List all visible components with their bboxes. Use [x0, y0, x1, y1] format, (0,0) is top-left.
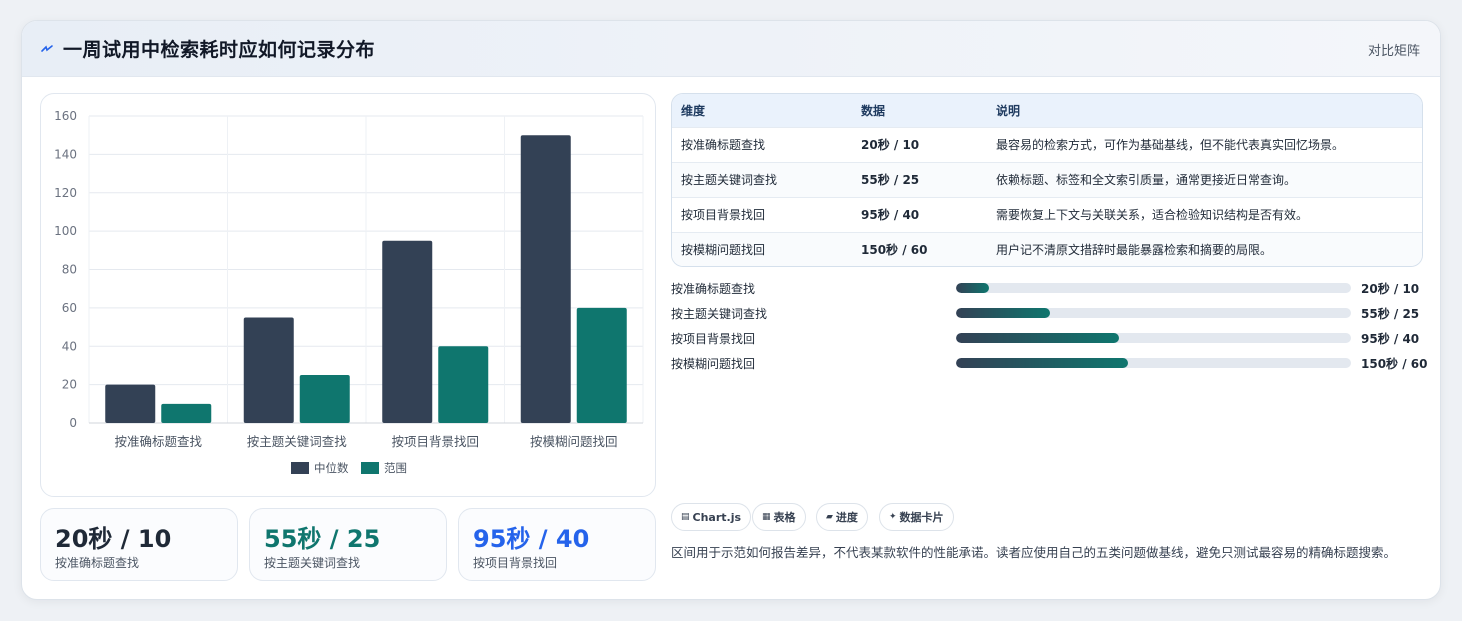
y-tick-label: 0 [69, 416, 77, 430]
y-tick-label: 140 [54, 147, 77, 161]
table-cell: 按准确标题查找 [681, 138, 766, 152]
matrix-card: 一周试用中检索耗时应如何记录分布 对比矩阵 0 20 40 60 80 100 120 140… [21, 20, 1441, 600]
bar-median [105, 384, 156, 423]
y-tick-label: 60 [62, 301, 77, 315]
x-tick-label: 按主题关键词查找 [247, 434, 348, 449]
progress-label: 按主题关键词查找 [671, 307, 768, 321]
chip-data-card[interactable]: ✦ 数据卡片 [879, 503, 954, 531]
page-title: 一周试用中检索耗时应如何记录分布 [63, 39, 376, 61]
stat-label: 按准确标题查找 [55, 556, 140, 570]
table-cell: 20秒 / 10 [861, 138, 920, 152]
x-tick-label: 按准确标题查找 [114, 434, 202, 449]
table-cell: 55秒 / 25 [861, 173, 920, 187]
chip-chartjs[interactable]: ▤ Chart.js [671, 503, 752, 531]
bar-range [299, 375, 350, 423]
table-row: 按准确标题查找 20秒 / 10 最容易的检索方式，可作为基础基线，但不能代表真… [672, 127, 1422, 162]
table-header-row: 维度 数据 说明 [672, 94, 1422, 127]
table-cell: 需要恢复上下文与关联关系，适合检验知识结构是否有效。 [996, 208, 1309, 222]
bar-range [576, 307, 627, 423]
progress-fill [956, 358, 1128, 368]
stat-label: 按主题关键词查找 [264, 556, 361, 570]
progress-label: 按准确标题查找 [671, 282, 756, 296]
table-row: 按主题关键词查找 55秒 / 25 依赖标题、标签和全文索引质量，通常更接近日常… [672, 162, 1422, 197]
progress-row: 按模糊问题找回 150秒 / 60 [671, 353, 1431, 373]
table-cell: 用户记不清原文措辞时最能暴露检索和摘要的局限。 [996, 243, 1273, 258]
bar-range [438, 346, 489, 423]
chart-icon: ▤ [681, 512, 690, 522]
bar-median [520, 135, 571, 423]
lightning-icon [41, 45, 53, 52]
chip-label: 进度 [835, 511, 858, 524]
stat-card-topic-keyword: 55秒 / 25 按主题关键词查找 [249, 508, 447, 581]
legend-swatch [291, 462, 309, 474]
table-cell: 150秒 / 60 [861, 243, 928, 258]
progress-value: 95秒 / 40 [1361, 332, 1420, 346]
y-tick-label: 20 [62, 378, 77, 392]
bar-median [382, 240, 433, 423]
progress-fill [956, 283, 990, 293]
stat-value: 20秒 / 10 [55, 525, 172, 553]
progress-row: 按主题关键词查找 55秒 / 25 [671, 303, 1431, 323]
column-header: 维度 [681, 103, 706, 118]
progress-value: 150秒 / 60 [1361, 357, 1428, 371]
x-tick-label: 按模糊问题找回 [530, 434, 618, 449]
stat-value: 95秒 / 40 [473, 525, 590, 553]
y-tick-label: 160 [54, 109, 77, 123]
progress-label: 按模糊问题找回 [671, 357, 756, 371]
stat-card-exact-title: 20秒 / 10 按准确标题查找 [40, 508, 238, 581]
stat-card-project-context: 95秒 / 40 按项目背景找回 [458, 508, 656, 581]
table-cell: 按模糊问题找回 [681, 243, 766, 258]
table-cell: 按项目背景找回 [681, 208, 766, 222]
chip-table[interactable]: ▦ 表格 [752, 503, 806, 531]
chip-label: 表格 [773, 511, 796, 524]
progress-fill [956, 308, 1050, 318]
table-cell: 按主题关键词查找 [681, 173, 778, 187]
sparkle-icon: ✦ [889, 512, 897, 522]
comparison-table: 维度 数据 说明 按准确标题查找 20秒 / 10 最容易的检索方式，可作为基础… [671, 93, 1423, 267]
legend-label: 中位数 [314, 461, 349, 475]
column-header: 说明 [996, 103, 1021, 118]
table-cell: 依赖标题、标签和全文索引质量，通常更接近日常查询。 [996, 173, 1297, 187]
comparison-matrix-link[interactable]: 对比矩阵 [1368, 40, 1420, 59]
progress-value: 55秒 / 25 [1361, 307, 1420, 321]
y-tick-label: 120 [54, 186, 77, 200]
bar-median [243, 317, 294, 423]
bar-chart-panel: 0 20 40 60 80 100 120 140 160 按准确标题查找 按主题关键词查找 按项目背… [40, 93, 656, 497]
chip-progress[interactable]: ▰ 进度 [816, 503, 868, 531]
table-icon: ▦ [762, 512, 771, 522]
progress-track [956, 358, 1351, 368]
chip-label: 数据卡片 [899, 511, 944, 524]
progress-row: 按项目背景找回 95秒 / 40 [671, 328, 1431, 348]
card-header: 一周试用中检索耗时应如何记录分布 对比矩阵 [22, 21, 1440, 77]
stat-value: 55秒 / 25 [264, 525, 381, 553]
legend-label: 范围 [384, 461, 407, 475]
footnote: 区间用于示范如何报告差异，不代表某款软件的性能承诺。读者应使用自己的五类问题做基… [671, 545, 1397, 560]
table-cell: 最容易的检索方式，可作为基础基线，但不能代表真实回忆场景。 [996, 138, 1345, 152]
x-tick-label: 按项目背景找回 [391, 434, 479, 449]
progress-track [956, 308, 1351, 318]
progress-row: 按准确标题查找 20秒 / 10 [671, 278, 1431, 298]
progress-icon: ▰ [826, 512, 833, 522]
progress-fill [956, 333, 1120, 343]
stat-label: 按项目背景找回 [473, 556, 558, 570]
y-tick-label: 40 [62, 339, 77, 353]
y-tick-label: 100 [54, 224, 77, 238]
chip-label: Chart.js [692, 510, 742, 524]
table-cell: 95秒 / 40 [861, 208, 920, 222]
column-header: 数据 [861, 103, 886, 118]
progress-label: 按项目背景找回 [671, 332, 756, 346]
bar-chart: 0 20 40 60 80 100 120 140 160 按准确标题查找 按主题关键词查找 按项目背… [54, 109, 644, 475]
progress-track [956, 283, 1351, 293]
table-row: 按项目背景找回 95秒 / 40 需要恢复上下文与关联关系，适合检验知识结构是否… [672, 197, 1422, 232]
bar-range [161, 403, 212, 423]
progress-track [956, 333, 1351, 343]
progress-value: 20秒 / 10 [1361, 282, 1420, 296]
table-row: 按模糊问题找回 150秒 / 60 用户记不清原文措辞时最能暴露检索和摘要的局限… [672, 232, 1422, 266]
legend-swatch [361, 462, 379, 474]
y-tick-label: 80 [62, 263, 77, 277]
